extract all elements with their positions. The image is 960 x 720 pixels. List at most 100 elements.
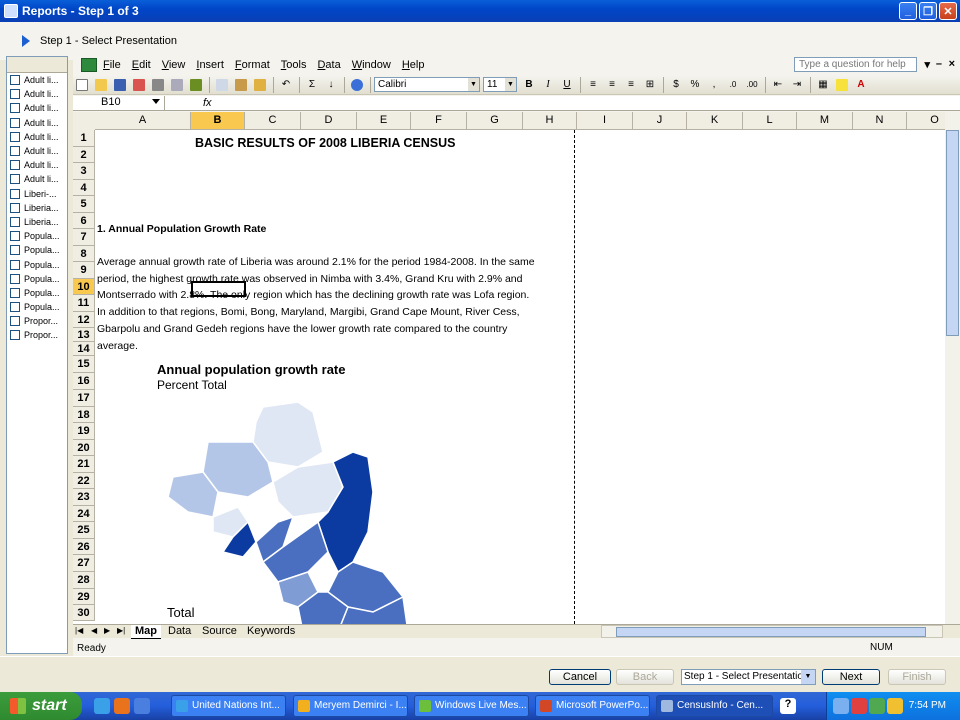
row-header-23[interactable]: 23 <box>73 489 95 506</box>
next-button[interactable]: Next <box>822 669 880 685</box>
row-header-18[interactable]: 18 <box>73 407 95 423</box>
align-right-icon[interactable]: ≡ <box>622 77 640 93</box>
menu-file[interactable]: File <box>103 59 121 71</box>
ask-dropdown-icon[interactable]: ▾ <box>924 58 930 71</box>
checkbox-icon[interactable] <box>10 188 20 199</box>
checkbox-icon[interactable] <box>10 202 20 213</box>
checkbox-icon[interactable] <box>10 287 20 298</box>
row-header-30[interactable]: 30 <box>73 605 95 621</box>
align-left-icon[interactable]: ≡ <box>584 77 602 93</box>
task-censusinfo[interactable]: CensusInfo - Cen... <box>656 695 773 717</box>
align-center-icon[interactable]: ≡ <box>603 77 621 93</box>
checkbox-icon[interactable] <box>10 174 20 185</box>
report-list-item[interactable]: Adult li... <box>7 144 67 158</box>
decrease-decimal-icon[interactable]: .00 <box>743 77 761 93</box>
row-header-11[interactable]: 11 <box>73 295 95 312</box>
column-header-k[interactable]: K <box>687 112 743 130</box>
font-name-select[interactable]: Calibri ▼ <box>374 77 480 92</box>
report-list-item[interactable]: Adult li... <box>7 87 67 101</box>
currency-icon[interactable]: $ <box>667 77 685 93</box>
horizontal-scrollbar[interactable] <box>601 625 943 638</box>
report-list-item[interactable]: Liberia... <box>7 201 67 215</box>
next-sheet-icon[interactable]: ▶ <box>104 626 110 635</box>
report-list-item[interactable]: Popula... <box>7 300 67 314</box>
row-header-27[interactable]: 27 <box>73 555 95 572</box>
menu-edit[interactable]: Edit <box>132 59 151 71</box>
menu-insert[interactable]: Insert <box>196 59 224 71</box>
sort-ascending-icon[interactable]: ↓ <box>322 77 340 93</box>
new-icon[interactable] <box>73 77 91 93</box>
close-button[interactable]: ✕ <box>939 2 957 20</box>
checkbox-icon[interactable] <box>10 330 20 341</box>
menu-format[interactable]: Format <box>235 59 270 71</box>
checkbox-icon[interactable] <box>10 89 20 100</box>
row-header-19[interactable]: 19 <box>73 423 95 440</box>
checkbox-icon[interactable] <box>10 245 20 256</box>
percent-icon[interactable]: % <box>686 77 704 93</box>
report-list-item[interactable]: Propor... <box>7 328 67 342</box>
vertical-scroll-thumb[interactable] <box>946 130 959 336</box>
research-icon[interactable] <box>187 77 205 93</box>
step-select[interactable]: Step 1 - Select Presentation ▼ <box>681 669 816 685</box>
row-header-8[interactable]: 8 <box>73 246 95 262</box>
checkbox-icon[interactable] <box>10 216 20 227</box>
column-header-f[interactable]: F <box>411 112 467 130</box>
row-header-28[interactable]: 28 <box>73 572 95 589</box>
copy-icon[interactable] <box>213 77 231 93</box>
paste-icon[interactable] <box>232 77 250 93</box>
column-header-d[interactable]: D <box>301 112 357 130</box>
print-preview-icon[interactable] <box>168 77 186 93</box>
open-icon[interactable] <box>92 77 110 93</box>
tray-icon-2[interactable] <box>851 698 867 714</box>
row-header-14[interactable]: 14 <box>73 342 95 356</box>
row-header-9[interactable]: 9 <box>73 262 95 279</box>
report-list-item[interactable]: Popula... <box>7 286 67 300</box>
row-header-17[interactable]: 17 <box>73 390 95 407</box>
column-header-e[interactable]: E <box>357 112 411 130</box>
checkbox-icon[interactable] <box>10 259 20 270</box>
active-cell-b10[interactable] <box>191 281 246 297</box>
checkbox-icon[interactable] <box>10 302 20 313</box>
horizontal-scroll-thumb[interactable] <box>616 627 926 637</box>
maximize-button[interactable]: ❐ <box>919 2 937 20</box>
tray-icon-1[interactable] <box>833 698 849 714</box>
menu-tools[interactable]: Tools <box>281 59 307 71</box>
increase-decimal-icon[interactable]: .0 <box>724 77 742 93</box>
column-header-c[interactable]: C <box>245 112 301 130</box>
sheet-tab-source[interactable]: Source <box>198 625 241 639</box>
menu-help[interactable]: Help <box>402 59 425 71</box>
font-size-select[interactable]: 11 ▼ <box>483 77 517 92</box>
back-button[interactable]: Back <box>616 669 674 685</box>
report-list-item[interactable]: Popula... <box>7 243 67 257</box>
ie-quicklaunch-icon[interactable] <box>94 698 110 714</box>
sheet-tab-keywords[interactable]: Keywords <box>243 625 299 639</box>
column-header-m[interactable]: M <box>797 112 853 130</box>
workbook-minimize-icon[interactable]: – <box>936 58 942 70</box>
autosum-icon[interactable]: Σ <box>303 77 321 93</box>
last-sheet-icon[interactable]: ▶| <box>117 626 125 635</box>
prev-sheet-icon[interactable]: ◀ <box>91 626 97 635</box>
report-list-item[interactable]: Liberi-... <box>7 187 67 201</box>
comma-icon[interactable]: , <box>705 77 723 93</box>
column-header-i[interactable]: I <box>577 112 633 130</box>
column-header-g[interactable]: G <box>467 112 523 130</box>
undo-icon[interactable]: ↶ <box>277 77 295 93</box>
row-header-15[interactable]: 15 <box>73 356 95 373</box>
row-header-21[interactable]: 21 <box>73 456 95 473</box>
row-header-22[interactable]: 22 <box>73 473 95 489</box>
row-header-1[interactable]: 1 <box>73 130 95 147</box>
report-list-item[interactable]: Adult li... <box>7 116 67 130</box>
underline-icon[interactable]: U <box>558 77 576 93</box>
report-list-item[interactable]: Popula... <box>7 272 67 286</box>
column-header-j[interactable]: J <box>633 112 687 130</box>
start-button[interactable]: start <box>0 692 82 720</box>
format-painter-icon[interactable] <box>251 77 269 93</box>
borders-icon[interactable]: ▦ <box>814 77 832 93</box>
worksheet-grid[interactable]: ABCDEFGHIJKLMNO 1 2 3 4 5 6 7 8 9 10 11 12 13 14 15 16 1… <box>73 112 960 624</box>
report-list-item[interactable]: Adult li... <box>7 158 67 172</box>
italic-icon[interactable]: I <box>539 77 557 93</box>
bold-icon[interactable]: B <box>520 77 538 93</box>
fill-color-icon[interactable] <box>833 77 851 93</box>
checkbox-icon[interactable] <box>10 316 20 327</box>
report-list-item[interactable]: Popula... <box>7 229 67 243</box>
